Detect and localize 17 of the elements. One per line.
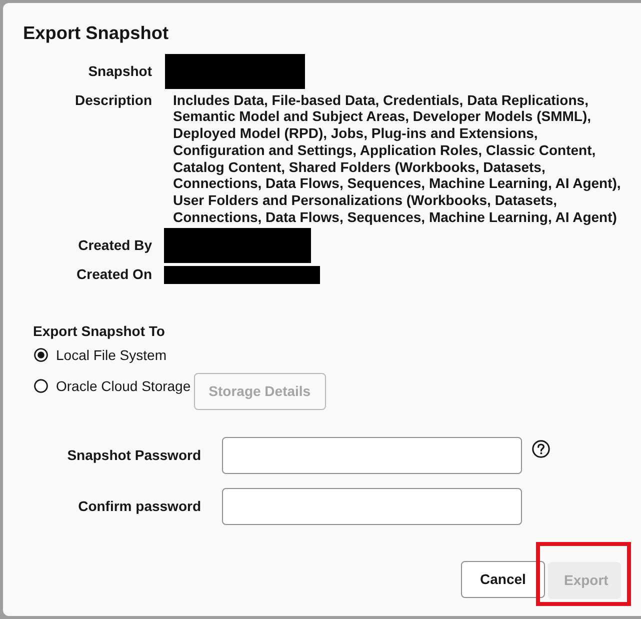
field-label: Created On: [76, 266, 152, 284]
section-heading: Export Snapshot To: [33, 322, 165, 340]
field-label: Confirm password: [78, 498, 201, 514]
help-icon[interactable]: [532, 440, 550, 458]
field-label: Snapshot: [88, 63, 152, 80]
radio-icon[interactable]: [34, 378, 48, 393]
password-field[interactable]: [222, 488, 522, 525]
field-label: Snapshot Password: [67, 447, 201, 464]
dialog-title: Export Snapshot: [23, 23, 169, 43]
radio-icon[interactable]: [34, 348, 48, 362]
field-label: Description: [74, 92, 152, 108]
password-field[interactable]: [222, 436, 522, 474]
cancel-button[interactable]: Cancel: [461, 560, 545, 598]
description-text: Includes Data, File-based Data, Credentials, Data Replications, Semantic Model and Subject Areas, Developer Models (SMML), Deployed Model (RPD), Jobs, Plug-ins and Extensions, Configuration and Settings, Application Roles, Classic Content, Catalog Content, Shared Folders (Workbooks, Datasets, Connections, Data Flows, Sequences, Machine Learning, AI Agent), User Folders and Personalizations (Workbooks, Datasets, Connections, Data Flows, Sequences, Machine Learning, AI Agent): [173, 92, 622, 226]
radio-option[interactable]: Local File System: [33, 346, 166, 364]
field-label: Created By: [78, 237, 152, 254]
radio-option[interactable]: Oracle Cloud Storage: [33, 376, 191, 395]
